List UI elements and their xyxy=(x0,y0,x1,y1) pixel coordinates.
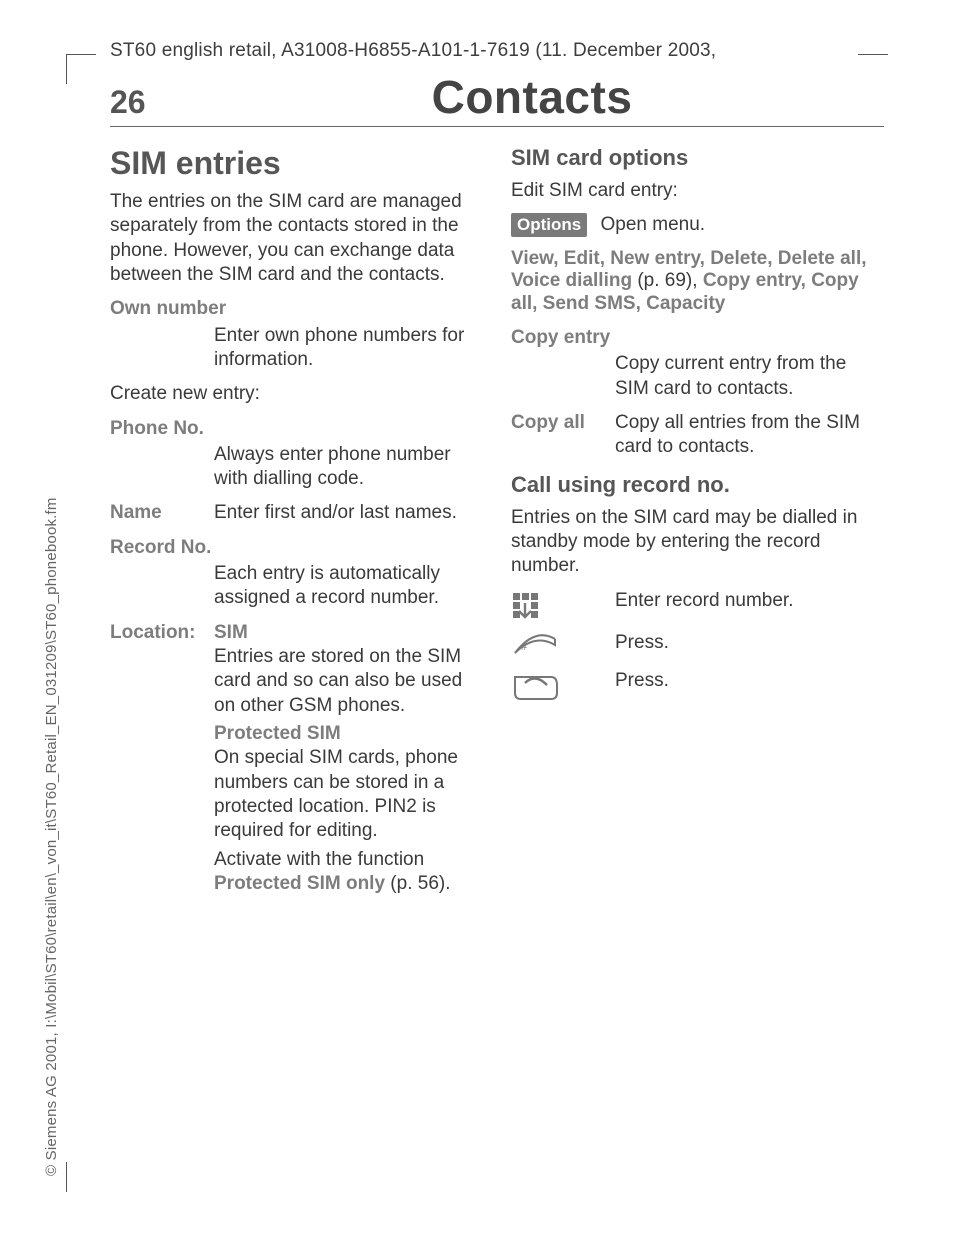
copy-all-label: Copy all xyxy=(511,411,615,460)
call-key-icon xyxy=(511,669,615,701)
intro-paragraph: The entries on the SIM card are managed … xyxy=(110,190,483,287)
copy-all-text: Copy all entries from the SIM card to co… xyxy=(615,411,884,460)
copy-entry-label: Copy entry xyxy=(511,326,884,350)
phone-no-text: Always enter phone number with dialling … xyxy=(214,443,483,492)
own-number-text: Enter own phone numbers for information. xyxy=(214,324,483,373)
location-label: Location: xyxy=(110,621,214,718)
svg-text:#: # xyxy=(521,641,528,653)
left-column: SIM entries The entries on the SIM card … xyxy=(110,145,483,906)
crop-mark-bl xyxy=(66,1162,96,1192)
phone-no-label: Phone No. xyxy=(110,417,483,441)
hash-key-icon: # xyxy=(511,631,615,659)
heading-call-using-record-no: Call using record no. xyxy=(511,472,884,498)
keypad-icon xyxy=(511,589,615,621)
protected-sim-label: Protected SIM xyxy=(214,723,341,744)
title-row: 26 Contacts xyxy=(110,70,884,127)
heading-sim-card-options: SIM card options xyxy=(511,145,884,171)
press-hash-text: Press. xyxy=(615,631,884,659)
activate-text: Activate with the function Protected SIM… xyxy=(214,848,483,897)
sidebar-copyright: © Siemens AG 2001, I:\Mobil\ST60\retail\… xyxy=(43,497,60,1176)
enter-record-text: Enter record number. xyxy=(615,589,884,621)
create-new-entry: Create new entry: xyxy=(110,382,483,406)
location-text: Entries are stored on the SIM card and s… xyxy=(214,646,462,716)
page-number: 26 xyxy=(110,84,180,121)
press-call-text: Press. xyxy=(615,669,884,701)
protected-sim-text: On special SIM cards, phone numbers can … xyxy=(214,747,458,841)
crop-mark-tl xyxy=(66,54,96,84)
heading-sim-entries: SIM entries xyxy=(110,145,483,182)
call-intro-text: Entries on the SIM card may be dialled i… xyxy=(511,506,884,579)
page-title: Contacts xyxy=(180,70,884,124)
own-number-label: Own number xyxy=(110,297,483,321)
edit-sim-entry-text: Edit SIM card entry: xyxy=(511,179,884,203)
copy-entry-text: Copy current entry from the SIM card to … xyxy=(615,352,884,401)
location-value: SIM xyxy=(214,622,248,643)
options-row: Options Open menu. xyxy=(511,213,884,237)
open-menu-text: Open menu. xyxy=(601,214,706,235)
options-badge: Options xyxy=(511,213,587,237)
name-label: Name xyxy=(110,501,214,525)
record-no-label: Record No. xyxy=(110,536,483,560)
document-header: ST60 english retail, A31008-H6855-A101-1… xyxy=(110,40,884,62)
menu-items: View, Edit, New entry, Delete, Delete al… xyxy=(511,248,884,316)
name-text: Enter first and/or last names. xyxy=(214,501,483,525)
right-column: SIM card options Edit SIM card entry: Op… xyxy=(511,145,884,906)
record-no-text: Each entry is automatically assigned a r… xyxy=(214,562,483,611)
